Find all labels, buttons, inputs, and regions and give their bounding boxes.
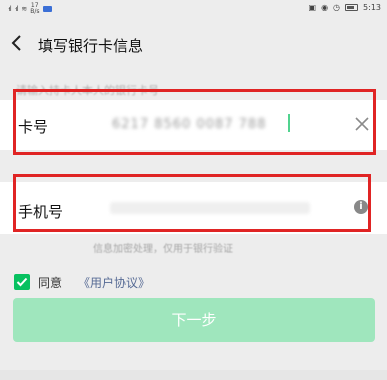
card-hint-text: 请输入持卡人本人的银行卡号 — [16, 84, 159, 97]
back-arrow-icon[interactable] — [10, 34, 24, 52]
privacy-note: 信息加密处理，仅用于银行验证 — [93, 244, 233, 255]
card-number-row[interactable]: 卡号 6217 8560 0087 788 — [0, 100, 387, 150]
wifi-icon: ≋ — [21, 5, 27, 13]
text-cursor — [288, 114, 290, 132]
nfc-icon: ▣ — [308, 3, 317, 12]
agree-checkbox[interactable] — [14, 274, 30, 290]
battery-icon — [345, 4, 359, 11]
user-agreement-link[interactable]: 《用户协议》 — [78, 274, 150, 291]
checkmark-icon — [16, 277, 28, 287]
agree-label: 同意 — [38, 275, 63, 290]
header: 填写银行卡信息 — [0, 30, 387, 58]
clear-icon[interactable] — [353, 115, 371, 133]
next-button[interactable]: 下一步 — [13, 298, 375, 342]
agreement-row: 同意 《用户协议》 — [14, 274, 150, 290]
signal-icon-2: ᐧıl — [14, 5, 19, 13]
alarm-icon: ◷ — [333, 3, 341, 12]
phone-number-label: 手机号 — [18, 203, 64, 221]
card-number-input[interactable]: 6217 8560 0087 788 — [112, 117, 266, 132]
status-time: 5:13 — [363, 3, 381, 12]
status-bar: ᐧıl ᐧıl ≋ 17 B/s ▣ ◉ ◷ 5:13 — [0, 0, 387, 18]
phone-number-row[interactable]: 手机号 — [0, 182, 387, 234]
card-number-label: 卡号 — [18, 118, 49, 136]
status-left: ᐧıl ᐧıl ≋ 17 B/s — [8, 2, 53, 15]
mail-icon — [43, 6, 53, 12]
bottom-area — [0, 370, 387, 380]
page-title: 填写银行卡信息 — [38, 37, 144, 55]
vibrate-icon: ◉ — [321, 3, 329, 12]
signal-icon: ᐧıl — [8, 5, 12, 13]
network-speed: 17 B/s — [30, 2, 40, 15]
status-right: ▣ ◉ ◷ 5:13 — [309, 3, 382, 12]
info-icon[interactable]: i — [354, 200, 368, 214]
phone-number-input[interactable] — [110, 202, 310, 214]
